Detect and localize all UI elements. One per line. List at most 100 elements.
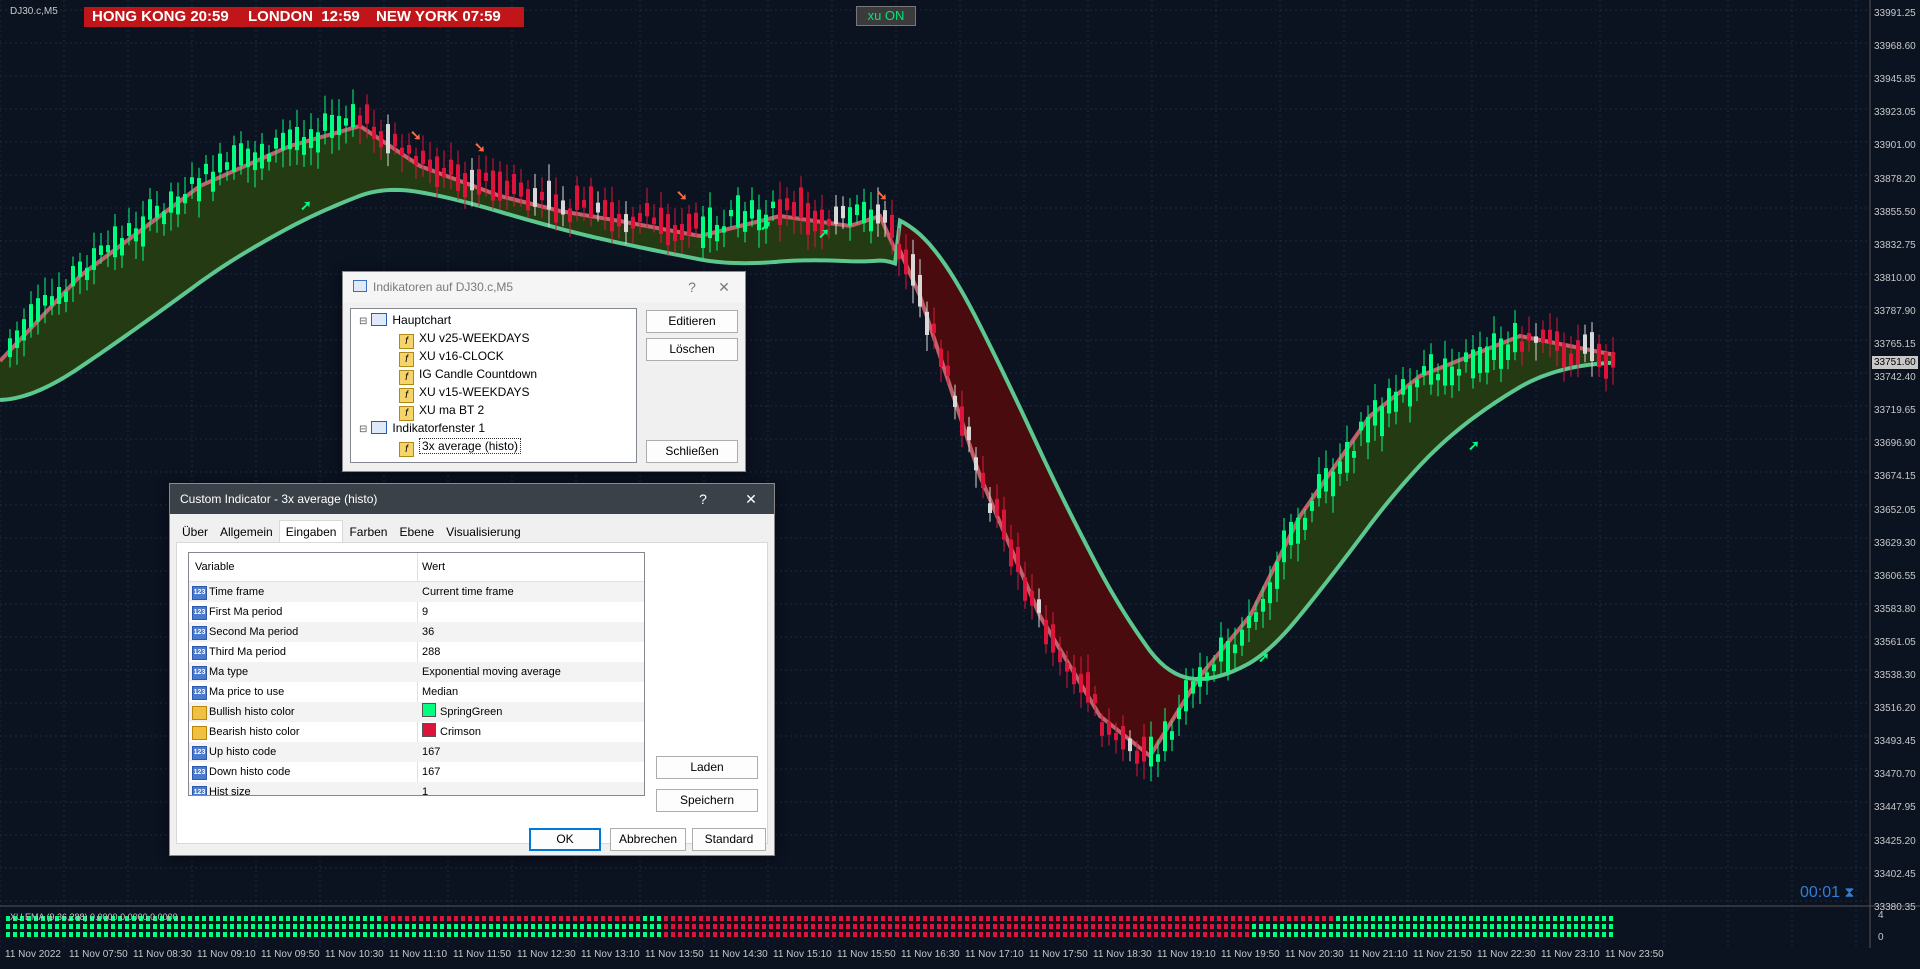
tree-folder[interactable]: ⊟ Hauptchart <box>359 311 451 329</box>
histo-dot <box>6 924 10 929</box>
grid-row[interactable]: 123 Time frame Current time frame <box>189 582 644 602</box>
histo-dot <box>1301 924 1305 929</box>
param-value-cell[interactable]: 167 <box>422 762 440 782</box>
close-icon[interactable]: ✕ <box>736 484 766 514</box>
histo-dot <box>1035 924 1039 929</box>
tree-item[interactable]: f IG Candle Countdown <box>399 365 537 385</box>
cancel-button[interactable]: Abbrechen <box>610 828 686 851</box>
histo-dot <box>741 932 745 937</box>
histo-dot <box>1042 932 1046 937</box>
tree-item[interactable]: f XU v25-WEEKDAYS <box>399 329 530 349</box>
tab-visualization[interactable]: Visualisierung <box>440 521 527 543</box>
candle-body <box>176 196 180 215</box>
param-value-cell[interactable]: 167 <box>422 742 440 762</box>
param-value: 167 <box>422 766 441 778</box>
edit-button[interactable]: Editieren <box>646 310 738 333</box>
histo-dot <box>832 924 836 929</box>
tab-level[interactable]: Ebene <box>393 521 440 543</box>
collapse-icon[interactable]: ⊟ <box>359 316 367 327</box>
histo-dot <box>1245 932 1249 937</box>
grid-row[interactable]: 123 Ma type Exponential moving average <box>189 662 644 682</box>
param-value-cell[interactable]: Current time frame <box>422 582 514 602</box>
histo-dot <box>1301 932 1305 937</box>
candle-body <box>470 169 474 191</box>
grid-row[interactable]: 123 First Ma period 9 <box>189 602 644 622</box>
histo-dot <box>426 916 430 921</box>
param-value-cell[interactable]: 1 <box>422 782 428 795</box>
param-value-cell[interactable]: 36 <box>422 622 434 642</box>
indicator-tree[interactable]: ⊟ Hauptchart f XU v25-WEEKDAYS f XU v16-CLOCK… <box>350 308 637 463</box>
candle-body <box>960 406 964 436</box>
param-value-cell[interactable]: 9 <box>422 602 428 622</box>
indicators-dialog-titlebar[interactable]: Indikatoren auf DJ30.c,M5 ? ✕ <box>343 272 745 302</box>
histo-dot <box>601 916 605 921</box>
ma-band <box>690 234 695 259</box>
clock-hong-kong: HONG KONG 20:59 <box>84 7 252 27</box>
histo-dot <box>153 924 157 929</box>
param-value-cell[interactable]: Median <box>422 682 458 702</box>
candle-body <box>1394 391 1398 412</box>
histo-dot <box>1203 924 1207 929</box>
grid-row[interactable]: 123 Second Ma period 36 <box>189 622 644 642</box>
delete-button[interactable]: Löschen <box>646 338 738 361</box>
histo-dot <box>608 916 612 921</box>
histo-dot <box>1525 916 1529 921</box>
candle-body <box>645 202 649 217</box>
grid-row[interactable]: Bullish histo color SpringGreen <box>189 702 644 722</box>
tree-item[interactable]: f XU ma BT 2 <box>399 401 484 421</box>
histo-dot <box>195 916 199 921</box>
inputs-grid[interactable]: Variable Wert 123 Time frame Current time … <box>188 552 645 796</box>
histo-dot <box>489 924 493 929</box>
load-button[interactable]: Laden <box>656 756 758 779</box>
tree-item[interactable]: f 3x average (histo) <box>399 437 522 457</box>
grid-row[interactable]: 123 Ma price to use Median <box>189 682 644 702</box>
ok-button[interactable]: OK <box>529 828 601 851</box>
help-icon[interactable]: ? <box>688 484 718 514</box>
save-button[interactable]: Speichern <box>656 789 758 812</box>
grid-row[interactable]: Bearish histo color Crimson <box>189 722 644 742</box>
histo-dot <box>139 932 143 937</box>
tree-item[interactable]: f XU v16-CLOCK <box>399 347 504 367</box>
histo-dot <box>902 924 906 929</box>
tab-about[interactable]: Über <box>176 521 214 543</box>
candle-body <box>1212 664 1216 672</box>
xu-toggle-button[interactable]: xu ON <box>856 6 916 26</box>
help-icon[interactable]: ? <box>677 272 707 302</box>
grid-row[interactable]: 123 Third Ma period 288 <box>189 642 644 662</box>
candle-body <box>8 338 12 358</box>
tree-item[interactable]: f XU v15-WEEKDAYS <box>399 383 529 403</box>
histo-dot <box>951 916 955 921</box>
custom-dialog-titlebar[interactable]: Custom Indicator - 3x average (histo) ? … <box>170 484 774 514</box>
tab-colors[interactable]: Farben <box>343 521 393 543</box>
histo-dot <box>1021 924 1025 929</box>
price-tick-label: 33832.75 <box>1874 239 1916 251</box>
collapse-icon[interactable]: ⊟ <box>359 424 367 435</box>
histo-dot <box>1063 916 1067 921</box>
tree-folder[interactable]: ⊟ Indikatorfenster 1 <box>359 419 485 437</box>
grid-row[interactable]: 123 Up histo code 167 <box>189 742 644 762</box>
param-value-cell[interactable]: 288 <box>422 642 440 662</box>
column-header-value[interactable]: Wert <box>422 553 445 581</box>
param-value-cell[interactable]: SpringGreen <box>422 702 502 722</box>
histo-dot <box>517 916 521 921</box>
param-value-cell[interactable]: Crimson <box>422 722 481 742</box>
column-header-variable[interactable]: Variable <box>195 553 235 581</box>
histo-dot <box>1140 916 1144 921</box>
time-tick-label: 11 Nov 07:50 <box>69 949 128 960</box>
grid-row[interactable]: 123 Down histo code 167 <box>189 762 644 782</box>
close-icon[interactable]: ✕ <box>709 272 739 302</box>
grid-row[interactable]: 123 Hist size 1 <box>189 782 644 795</box>
histo-dot <box>1252 924 1256 929</box>
histo-dot <box>307 916 311 921</box>
tab-inputs[interactable]: Eingaben <box>278 520 344 543</box>
histo-dot <box>713 924 717 929</box>
histo-dot <box>727 924 731 929</box>
default-button[interactable]: Standard <box>692 828 766 851</box>
param-value-cell[interactable]: Exponential moving average <box>422 662 561 682</box>
tab-general[interactable]: Allgemein <box>214 521 279 543</box>
histo-dot <box>1084 932 1088 937</box>
tree-label: XU v25-WEEKDAYS <box>419 331 530 345</box>
histo-dot <box>1455 924 1459 929</box>
histo-dot <box>1560 932 1564 937</box>
close-button[interactable]: Schließen <box>646 440 738 463</box>
